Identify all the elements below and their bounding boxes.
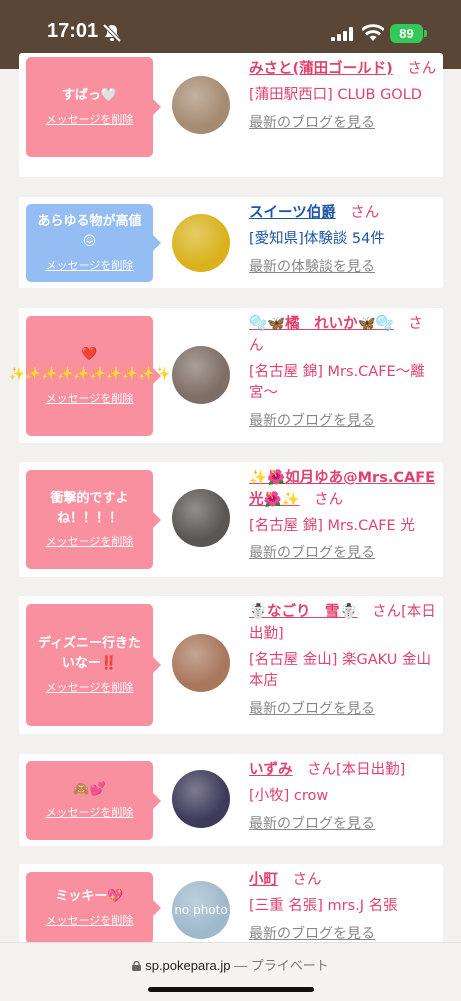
delete-message-link[interactable]: メッセージを削除: [46, 912, 134, 929]
name-suffix: さん: [392, 61, 437, 77]
message-text: 衝撃的ですよね！！！！: [50, 490, 129, 526]
shop-location: [名古屋 金山] 楽GAKU 金山本店: [249, 651, 432, 690]
message-bubble: 🙈💕 メッセージを削除: [26, 761, 161, 840]
name-line: ☃️なごり 雪☃️ さん[本日出勤]: [249, 602, 437, 646]
shop-location: [三重 名張] mrs.J 名張: [249, 897, 398, 914]
latest-post-link[interactable]: 最新のブログを見る: [249, 113, 437, 134]
shop-location: [名古屋 錦] Mrs.CAFE 光: [249, 517, 415, 534]
message-text: あらゆる物が高値😖: [37, 214, 142, 250]
message-card: ミッキー💖 メッセージを削除 no photo 小町 さん [三重 名張] mrs.J …: [19, 864, 443, 954]
profile-info: スイーツ伯爵 さん [愛知県]体験談 54件最新の体験談を見る: [249, 203, 437, 278]
profile-info: ☃️なごり 雪☃️ さん[本日出勤] [名古屋 金山] 楽GAKU 金山本店最新の…: [249, 602, 437, 720]
shop-location: [愛知県]体験談 54件: [249, 230, 385, 247]
message-text: すばっ🤍: [61, 88, 118, 104]
wifi-icon: [362, 24, 384, 41]
delete-message-link[interactable]: メッセージを削除: [46, 111, 134, 128]
profile-name-link[interactable]: みさと(蒲田ゴールド): [249, 61, 393, 77]
avatar[interactable]: [172, 489, 230, 547]
delete-message-link[interactable]: メッセージを削除: [46, 804, 134, 821]
battery-icon: 89: [390, 24, 423, 43]
message-card: あらゆる物が高値😖 メッセージを削除 スイーツ伯爵 さん [愛知県]体験談 54件最新…: [19, 197, 443, 288]
avatar[interactable]: [172, 214, 230, 272]
message-text: ❤️ ✨✨✨✨✨✨✨✨✨✨: [8, 347, 171, 383]
profile-name-link[interactable]: ☃️なごり 雪☃️: [249, 604, 358, 620]
message-bubble: ミッキー💖 メッセージを削除: [26, 872, 161, 944]
name-line: 小町 さん: [249, 870, 437, 892]
message-bubble: ❤️ ✨✨✨✨✨✨✨✨✨✨ メッセージを削除: [9, 316, 170, 436]
avatar[interactable]: no photo: [172, 881, 230, 939]
message-bubble: ディズニー行きたいなー‼️ メッセージを削除: [26, 604, 161, 726]
profile-info: 🫧🦋橘 れいか🦋🫧 さん [名古屋 錦] Mrs.CAFE〜離宮〜最新のブログを見…: [249, 314, 437, 432]
private-mode-label: プライベート: [250, 958, 329, 973]
profile-name-link[interactable]: 小町: [249, 872, 278, 888]
message-text: ミッキー💖: [55, 889, 124, 905]
profile-name-link[interactable]: いずみ: [249, 762, 293, 778]
message-card: 🙈💕 メッセージを削除 いずみ さん[本日出勤] [小牧] crow 最新のブログを見る: [19, 754, 443, 846]
home-indicator[interactable]: [148, 987, 314, 992]
status-time: 17:01: [47, 20, 99, 42]
profile-info: みさと(蒲田ゴールド) さん [蒲田駅西口] CLUB GOLD 最新のブログを見る: [249, 59, 437, 134]
delete-message-link[interactable]: メッセージを削除: [46, 257, 134, 274]
message-card: ❤️ ✨✨✨✨✨✨✨✨✨✨ メッセージを削除 🫧🦋橘 れいか🦋🫧 さん [名古屋 錦]…: [9, 308, 443, 443]
name-suffix: さん[本日出勤]: [292, 762, 406, 778]
avatar[interactable]: [172, 634, 230, 692]
shop-location: [小牧] crow: [249, 787, 329, 804]
message-bubble: あらゆる物が高値😖 メッセージを削除: [26, 204, 161, 282]
name-line: スイーツ伯爵 さん: [249, 203, 437, 225]
avatar[interactable]: [172, 76, 230, 134]
message-text: 🙈💕: [73, 781, 106, 797]
message-bubble: 衝撃的ですよね！！！！ メッセージを削除: [26, 470, 161, 569]
name-line: 🫧🦋橘 れいか🦋🫧 さん: [249, 314, 437, 358]
avatar[interactable]: [172, 770, 230, 828]
delete-message-link[interactable]: メッセージを削除: [46, 390, 134, 407]
url-domain: sp.pokepara.jp: [145, 958, 231, 973]
latest-post-link[interactable]: 最新のブログを見る: [249, 814, 437, 835]
latest-post-link[interactable]: 最新の体験談を見る: [249, 257, 437, 278]
message-bubble: すばっ🤍 メッセージを削除: [26, 57, 161, 157]
message-card: ディズニー行きたいなー‼️ メッセージを削除 ☃️なごり 雪☃️ さん[本日出勤] […: [19, 596, 443, 734]
browser-address-bar[interactable]: sp.pokepara.jp — プライベート: [0, 942, 461, 1001]
name-suffix: さん: [278, 872, 322, 888]
profile-info: いずみ さん[本日出勤] [小牧] crow 最新のブログを見る: [249, 760, 437, 835]
profile-name-link[interactable]: スイーツ伯爵: [249, 205, 336, 221]
name-line: みさと(蒲田ゴールド) さん: [249, 59, 437, 81]
name-suffix: さん: [299, 491, 344, 508]
bell-muted-icon: [102, 23, 122, 43]
latest-post-link[interactable]: 最新のブログを見る: [249, 543, 437, 564]
profile-name-link[interactable]: 🫧🦋橘 れいか🦋🫧: [249, 316, 394, 332]
delete-message-link[interactable]: メッセージを削除: [46, 533, 134, 550]
profile-info: ✨🌺如月ゆあ@Mrs.CAFE光🌺✨ さん [名古屋 錦] Mrs.CAFE 光最…: [249, 468, 437, 564]
latest-post-link[interactable]: 最新のブログを見る: [249, 411, 437, 432]
url-separator: —: [234, 958, 248, 973]
name-line: いずみ さん[本日出勤]: [249, 760, 437, 782]
signal-icon: [331, 27, 353, 41]
battery-tip: [424, 30, 427, 37]
shop-location: [蒲田駅西口] CLUB GOLD: [249, 86, 422, 103]
name-suffix: さん: [335, 205, 380, 221]
avatar[interactable]: [172, 346, 230, 404]
shop-location: [名古屋 錦] Mrs.CAFE〜離宮〜: [249, 363, 425, 402]
delete-message-link[interactable]: メッセージを削除: [46, 679, 134, 696]
message-text: ディズニー行きたいなー‼️: [37, 636, 142, 672]
lock-icon: [132, 961, 142, 971]
message-card: 衝撃的ですよね！！！！ メッセージを削除 ✨🌺如月ゆあ@Mrs.CAFE光🌺✨ さん…: [19, 462, 443, 577]
latest-post-link[interactable]: 最新のブログを見る: [249, 699, 437, 720]
name-line: ✨🌺如月ゆあ@Mrs.CAFE光🌺✨ さん: [249, 468, 437, 512]
url-display[interactable]: sp.pokepara.jp — プライベート: [0, 955, 461, 974]
message-card: すばっ🤍 メッセージを削除 みさと(蒲田ゴールド) さん [蒲田駅西口] CLUB G…: [19, 53, 443, 177]
profile-info: 小町 さん [三重 名張] mrs.J 名張 最新のブログを見る: [249, 870, 437, 945]
